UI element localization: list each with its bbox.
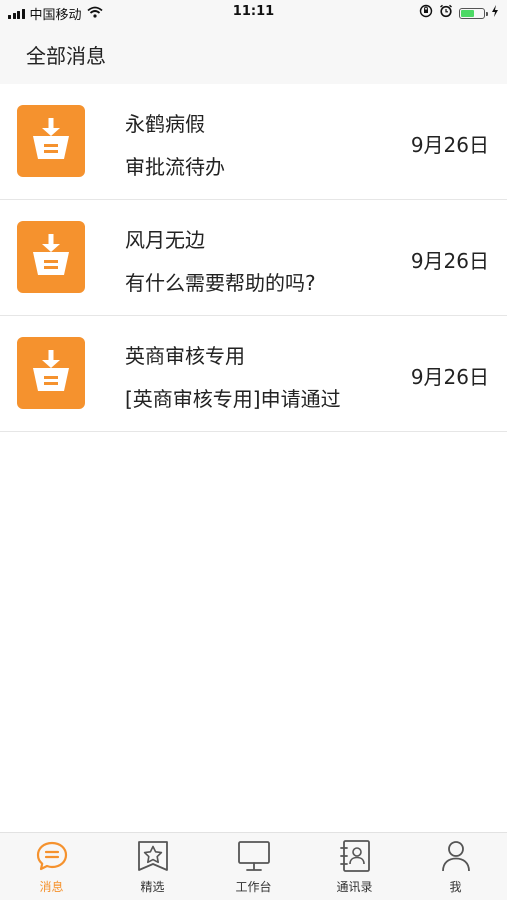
message-sender: 永鹤病假 — [125, 112, 205, 136]
star-bookmark-icon — [135, 838, 171, 874]
tab-featured[interactable]: 精选 — [102, 833, 203, 900]
status-bar: 中国移动 11:11 — [0, 0, 507, 26]
page-title: 全部消息 — [26, 44, 106, 68]
tab-label: 我 — [449, 880, 462, 894]
tab-bar: 消息 精选 工作台 通讯录 我 — [0, 832, 507, 900]
message-date: 9月26日 — [410, 365, 489, 389]
contact-book-icon — [337, 838, 373, 874]
tab-label: 工作台 — [235, 880, 272, 894]
battery-icon — [459, 7, 488, 19]
alarm-icon — [439, 4, 453, 22]
chat-bubble-icon — [34, 838, 70, 874]
message-sender: 英商审核专用 — [125, 344, 245, 368]
battery-fill — [461, 9, 474, 17]
basket-download-icon — [17, 221, 85, 293]
message-preview: 审批流待办 — [125, 155, 225, 179]
message-preview: [英商审核专用]申请通过 — [125, 387, 341, 411]
message-sender: 风月无边 — [125, 228, 205, 252]
tab-messages[interactable]: 消息 — [1, 833, 102, 900]
tab-me[interactable]: 我 — [405, 833, 506, 900]
message-date: 9月26日 — [410, 249, 489, 273]
tab-label: 消息 — [39, 880, 64, 894]
message-item[interactable]: 风月无边 有什么需要帮助的吗? 9月26日 — [0, 200, 507, 316]
basket-download-icon — [17, 105, 85, 177]
message-item[interactable]: 永鹤病假 审批流待办 9月26日 — [0, 84, 507, 200]
tab-workbench[interactable]: 工作台 — [203, 833, 304, 900]
tab-contacts[interactable]: 通讯录 — [304, 833, 405, 900]
message-item[interactable]: 英商审核专用 [英商审核专用]申请通过 9月26日 — [0, 316, 507, 432]
header: 全部消息 — [0, 26, 507, 84]
person-icon — [438, 838, 474, 874]
basket-download-icon — [17, 337, 85, 409]
tab-label: 通讯录 — [336, 880, 373, 894]
status-right — [419, 4, 499, 22]
monitor-icon — [236, 838, 272, 874]
orientation-lock-icon — [419, 4, 433, 22]
charging-icon — [491, 5, 499, 21]
tab-label: 精选 — [140, 880, 165, 894]
message-list: 永鹤病假 审批流待办 9月26日 风月无边 有什么需要帮助的吗? 9月26日 英… — [0, 84, 507, 432]
screen: 中国移动 11:11 全部消息 永鹤病假 审批流待办 9月26日 风月无边 有什… — [0, 0, 507, 900]
message-preview: 有什么需要帮助的吗? — [125, 271, 316, 295]
message-date: 9月26日 — [410, 133, 489, 157]
